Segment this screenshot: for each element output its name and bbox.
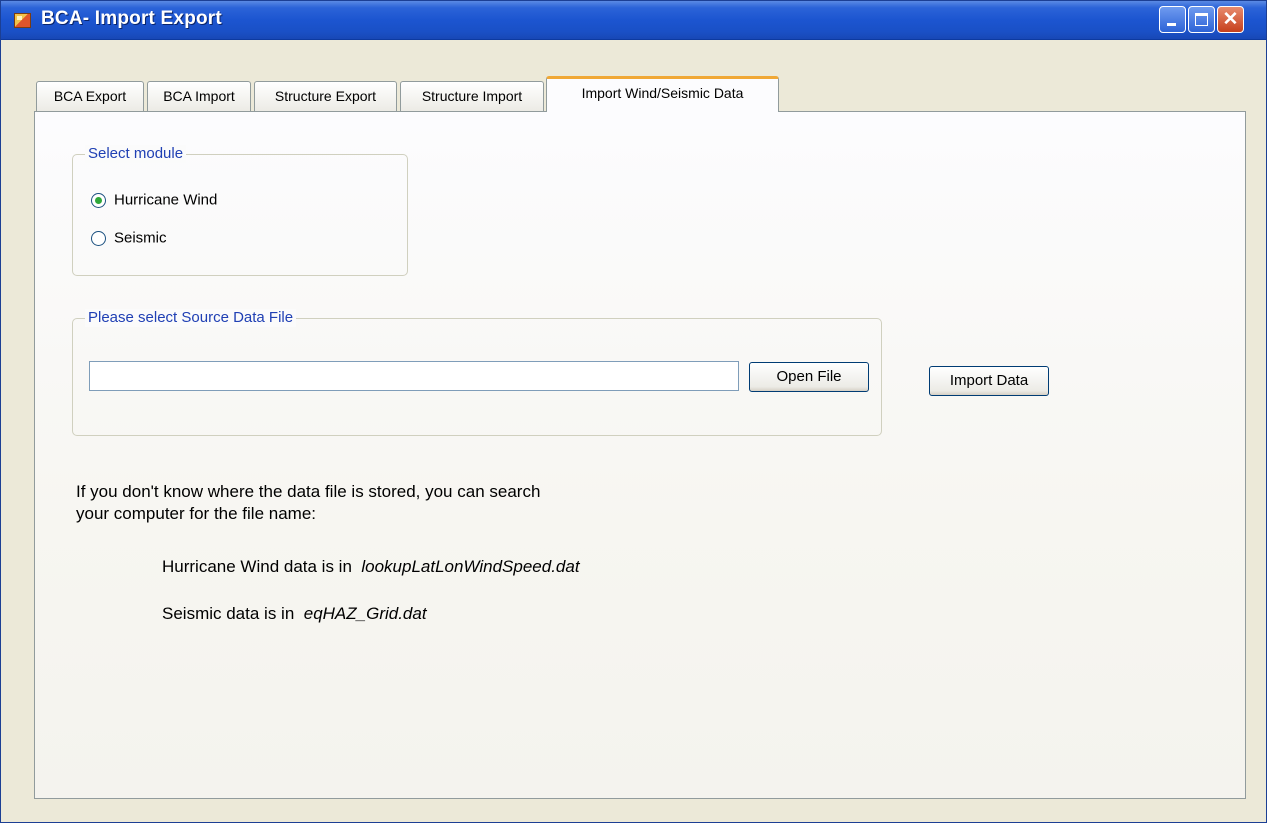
source-file-groupbox: Please select Source Data File Open File	[72, 309, 882, 436]
radio-hurricane-wind[interactable]: Hurricane Wind	[91, 191, 217, 209]
maximize-button[interactable]	[1188, 6, 1215, 33]
open-file-button[interactable]: Open File	[749, 362, 869, 392]
close-icon: ✕	[1222, 9, 1239, 30]
help-text-line1: If you don't know where the data file is…	[76, 482, 541, 501]
window-title: BCA- Import Export	[41, 8, 222, 29]
tab-structure-export[interactable]: Structure Export	[254, 81, 397, 111]
wind-file-info: Hurricane Wind data is in lookupLatLonWi…	[162, 557, 580, 577]
file-path-input[interactable]	[89, 361, 739, 391]
radio-label: Seismic	[114, 229, 167, 247]
wind-file-prefix: Hurricane Wind data is in	[162, 557, 352, 576]
tab-bca-import[interactable]: BCA Import	[147, 81, 251, 111]
minimize-button[interactable]	[1159, 6, 1186, 33]
import-data-button[interactable]: Import Data	[929, 366, 1049, 396]
source-file-group-legend: Please select Source Data File	[85, 309, 297, 327]
radio-button[interactable]	[91, 230, 106, 246]
app-window: BCA- Import Export ✕ BCA Export BCA Impo…	[0, 0, 1267, 823]
tab-bca-export[interactable]: BCA Export	[36, 81, 144, 111]
module-group-legend: Select module	[85, 145, 187, 163]
seismic-file-info: Seismic data is in eqHAZ_Grid.dat	[162, 604, 427, 624]
radio-seismic[interactable]: Seismic	[91, 229, 167, 247]
title-bar[interactable]: BCA- Import Export ✕	[1, 1, 1266, 40]
seismic-file-name: eqHAZ_Grid.dat	[303, 604, 427, 623]
help-text-line2: your computer for the file name:	[76, 504, 317, 523]
tab-panel: Select module Hurricane Wind Seismic Ple…	[34, 111, 1246, 799]
seismic-file-prefix: Seismic data is in	[162, 604, 295, 623]
close-button[interactable]: ✕	[1217, 6, 1244, 33]
wind-file-name: lookupLatLonWindSpeed.dat	[361, 557, 580, 576]
tab-import-wind-seismic-data[interactable]: Import Wind/Seismic Data	[546, 76, 779, 112]
app-icon[interactable]	[14, 13, 31, 28]
radio-button-checked[interactable]	[91, 192, 106, 208]
radio-label: Hurricane Wind	[114, 191, 218, 209]
tab-structure-import[interactable]: Structure Import	[400, 81, 544, 111]
module-groupbox: Select module Hurricane Wind Seismic	[72, 145, 408, 276]
